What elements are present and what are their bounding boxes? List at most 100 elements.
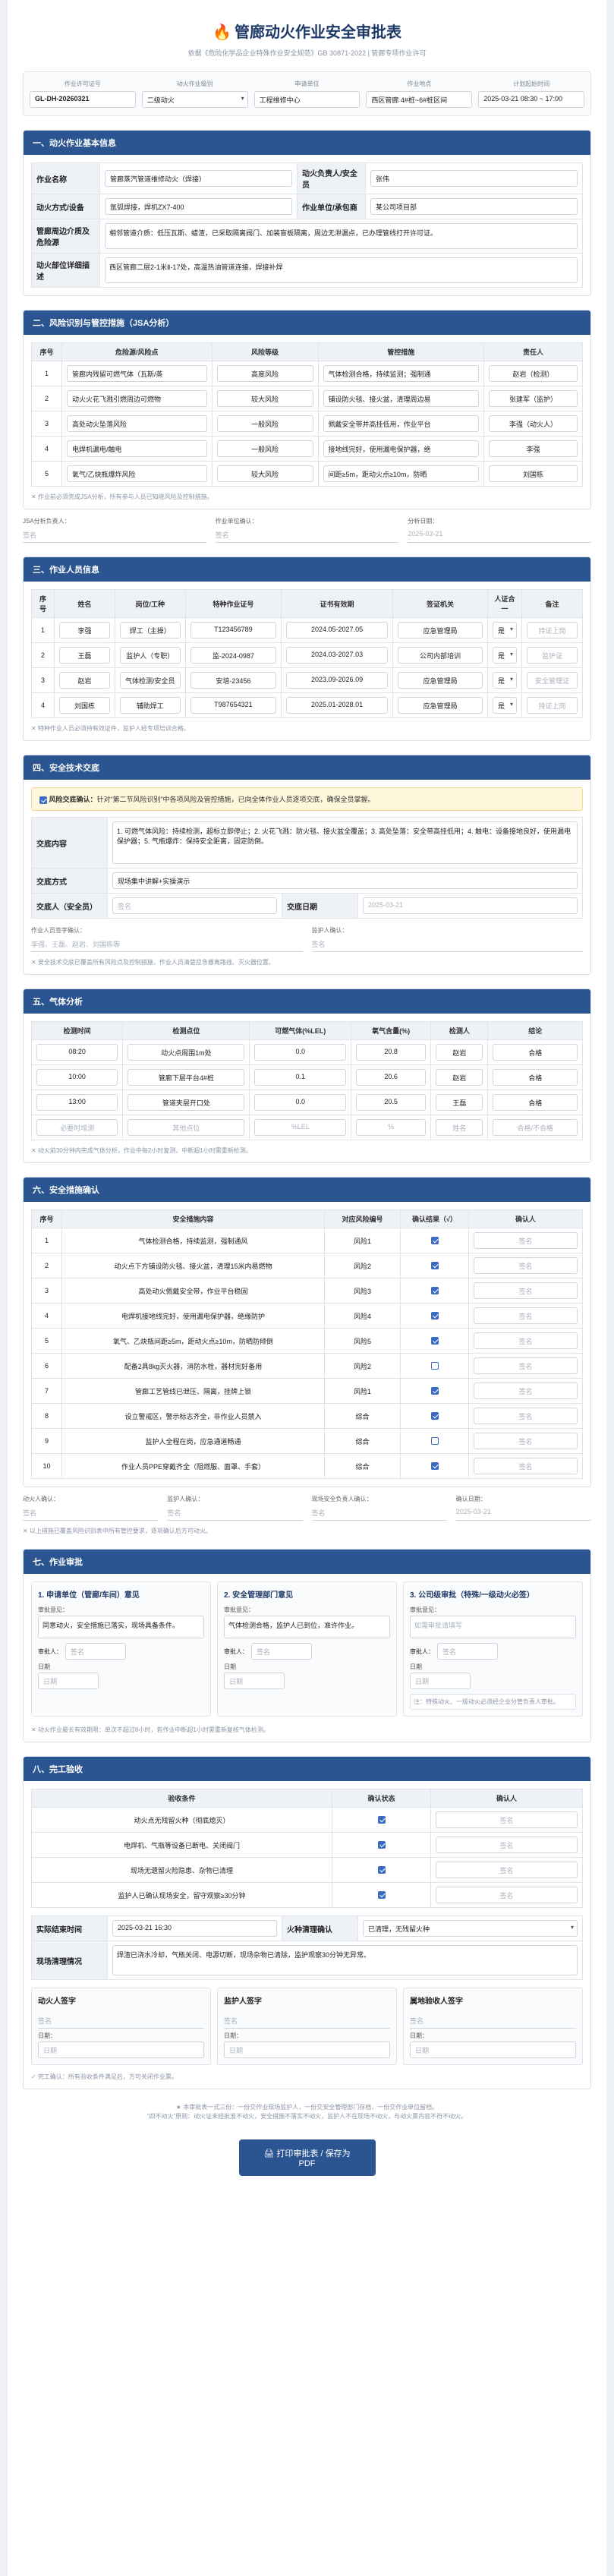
applicant-label: 申请单位	[294, 80, 320, 87]
approval-block-unit: 1. 申请单位（管廊/车间）意见 审批意见： 同意动火，安全措施已落实，现场具备…	[31, 1581, 211, 1717]
table-row: 1 李强 焊工（主操） T123456789 2024.05-2027.05 应急管理局是…	[31, 617, 583, 643]
field-label: 作业单位/承包商	[297, 194, 366, 219]
measure-checkbox[interactable]	[430, 1462, 439, 1471]
applicant-input[interactable]: 工程维修中心	[253, 91, 361, 108]
table-row: 7 管廊工艺管线已泄压、隔离，挂牌上锁 风险1 签名	[31, 1378, 583, 1404]
measure-checkbox[interactable]	[430, 1412, 439, 1420]
table-row: 2 动火火花飞溅引燃周边可燃物 较大风险 铺设防火毯、接火盆，清理周边易 张建军（监护）	[31, 386, 583, 411]
briefing-content-textarea[interactable]: 1. 可燃气体风险：持续检测，超标立即停止；2. 火花飞溅：防火毯、接火盆全覆盖…	[112, 821, 578, 864]
briefing-method-input[interactable]: 现场集中讲解+实操演示	[112, 872, 578, 889]
measures-signatures: 动火人确认： 签名 监护人确认： 签名 现场安全负责人确认： 签名 确认日期： 2025…	[23, 1495, 591, 1521]
safety-opinion-textarea[interactable]: 气体检测合格，监护人已到位，准许作业。	[224, 1616, 390, 1638]
site-leader-sign[interactable]: 签名	[311, 1506, 447, 1521]
guard-final-date[interactable]: 日期	[224, 2042, 390, 2058]
fire-worker-final-date[interactable]: 日期	[38, 2042, 204, 2058]
jsa-leader-sign[interactable]: 签名	[23, 528, 206, 543]
section-title: 三、作业人员信息	[24, 557, 590, 582]
section-completion: 八、完工验收 验收条件 确认状态 确认人 动火点无残留火种（彻底熄灭） 签名 电焊机…	[23, 1756, 591, 2089]
table-row: 2 王磊 监护人（专职） 监-2024-0987 2024.03-2027.03 公司内部…	[31, 642, 583, 668]
fire-leader-input[interactable]: 张伟	[370, 170, 578, 187]
completion-checkbox[interactable]	[377, 1816, 386, 1824]
permit-no-input[interactable]: GL-DH-20260321	[30, 91, 136, 108]
jsa-table: 序号 危险源/风险点 风险等级 管控措施 责任人 1 管廊内残留可燃气体（瓦斯/蒸…	[31, 342, 583, 487]
end-time-input[interactable]: 2025-03-21 16:30	[112, 1920, 277, 1937]
table-row: 必要时增测 其他点位 %LEL% 姓名 合格/不合格	[30, 1115, 583, 1140]
analysis-date[interactable]: 2025-03-21	[408, 528, 592, 543]
unit-approver-input[interactable]: 签名	[65, 1643, 126, 1660]
fire-level-select[interactable]: 二级动火	[141, 91, 248, 108]
measure-checkbox[interactable]	[430, 1287, 439, 1295]
table-row: 3 高处动火坠落风险 一般风险 佩戴安全带并高挂低用，作业平台 李强（动火人）	[31, 411, 583, 437]
table-row: 4 电焊机漏电/触电 一般风险 接地线完好，使用漏电保护器，绝 李强	[31, 436, 583, 462]
workers-sign[interactable]: 李强、王磊、赵岩、刘国栋等	[31, 937, 303, 952]
guard-sign[interactable]: 签名	[311, 937, 583, 952]
table-row: 6 配备2具8kg灭火器，消防水栓，器材完好备用 风险2 签名	[31, 1353, 583, 1379]
unit-opinion-textarea[interactable]: 同意动火，安全措施已落实，现场具备条件。	[38, 1616, 204, 1638]
cleanup-textarea[interactable]: 焊渣已浇水冷却，气瓶关闭、电源切断，现场杂物已清除，监护观察30分钟无异常。	[112, 1945, 578, 1975]
hazard-textarea[interactable]: 相邻管道介质：低压瓦斯、蜡渣，已采取隔离阀门、加装盲板隔离，周边无泄漏点，已办理…	[105, 223, 578, 249]
measure-checkbox[interactable]	[430, 1262, 439, 1270]
completion-signatures: 动火人签字 签名 日期： 日期 监护人签字 签名 日期： 日期 属地验收人签字 …	[31, 1988, 583, 2065]
completion-confirmer-input[interactable]: 签名	[436, 1887, 578, 1903]
measure-confirmer-input[interactable]: 签名	[474, 1357, 578, 1374]
fire-clear-select[interactable]: 已清理，无残留火种	[363, 1920, 578, 1937]
briefing-signatures: 作业人员签字确认： 李强、王磊、赵岩、刘国栋等 监护人确认： 签名	[31, 926, 583, 952]
company-date-input[interactable]: 日期	[410, 1673, 471, 1689]
measure-confirmer-input[interactable]: 签名	[474, 1282, 578, 1299]
measure-checkbox[interactable]	[430, 1337, 439, 1345]
guard-confirm-sign[interactable]: 签名	[167, 1506, 303, 1521]
safety-approver-input[interactable]: 签名	[251, 1643, 312, 1660]
measure-checkbox[interactable]	[430, 1362, 439, 1370]
owner-final-date[interactable]: 日期	[410, 2042, 576, 2058]
measure-checkbox[interactable]	[430, 1437, 439, 1446]
safety-date-input[interactable]: 日期	[224, 1673, 285, 1689]
owner-final-sign[interactable]: 签名	[410, 2013, 576, 2029]
confirm-date[interactable]: 2025-03-21	[455, 1506, 591, 1521]
briefing-confirm-checkbox[interactable]	[39, 796, 47, 804]
section-personnel: 三、作业人员信息 序号 姓名 岗位/工种 特种作业证号 证书有效期 签证机关 人…	[23, 557, 591, 741]
completion-checkbox[interactable]	[377, 1866, 386, 1874]
section-note: ✕ 特种作业人员必须持有效证件，监护人经专项培训合格。	[31, 725, 190, 732]
fire-method-input[interactable]: 氩弧焊接，焊机ZX7-400	[105, 198, 292, 215]
measure-confirmer-input[interactable]: 签名	[474, 1232, 578, 1249]
job-name-input[interactable]: 管廊蒸汽管道维修动火（焊接）	[105, 170, 292, 187]
measure-confirmer-input[interactable]: 签名	[474, 1458, 578, 1474]
footer-notes: ★ 本审批表一式三份：一份交作业现场监护人，一份交安全管理部门存档，一份交作业单…	[146, 2104, 468, 2120]
unit-confirm-sign[interactable]: 签名	[215, 528, 399, 543]
measure-checkbox[interactable]	[430, 1237, 439, 1245]
completion-checkbox[interactable]	[377, 1841, 386, 1849]
contractor-input[interactable]: 某公司项目部	[370, 198, 578, 215]
location-input[interactable]: 西区管廊 4#桩~6#桩区间	[366, 91, 473, 108]
measure-confirmer-input[interactable]: 签名	[474, 1433, 578, 1449]
field-label: 动火负责人/安全员	[297, 162, 366, 194]
measure-confirmer-input[interactable]: 签名	[474, 1408, 578, 1424]
section-note: ✕ 作业前必须完成JSA分析，所有参与人员已知晓风险及控制措施。	[31, 493, 213, 500]
measure-confirmer-input[interactable]: 签名	[474, 1257, 578, 1274]
measure-confirmer-input[interactable]: 签名	[474, 1307, 578, 1324]
briefing-date-input[interactable]: 2025-03-21	[363, 897, 578, 914]
section-note: ✕ 以上措施已覆盖风险识别表中所有管控要求，逐项确认后方可动火。	[23, 1528, 212, 1534]
completion-checkbox[interactable]	[377, 1891, 386, 1900]
section-title: 七、作业审批	[24, 1550, 590, 1574]
fire-worker-sign[interactable]: 签名	[23, 1506, 159, 1521]
measure-checkbox[interactable]	[430, 1312, 439, 1320]
page-title: 🔥 管廊动火作业安全审批表	[213, 24, 401, 41]
fire-spot-textarea[interactable]: 西区管廊二层2-1米Ⅱ-17处，高温热油管道连接，焊接补焊	[105, 257, 578, 283]
table-row: 1 气体检测合格，持续监测，强制通风 风险1 签名	[31, 1228, 583, 1253]
briefing-person-input[interactable]: 签名	[112, 897, 277, 914]
print-button[interactable]: 🖨 打印审批表 / 保存为PDF	[238, 2139, 376, 2176]
completion-confirmer-input[interactable]: 签名	[436, 1811, 578, 1828]
completion-confirmer-input[interactable]: 签名	[436, 1862, 578, 1878]
company-approver-input[interactable]: 签名	[437, 1643, 498, 1660]
fire-worker-final-sign[interactable]: 签名	[38, 2013, 204, 2029]
start-time-input[interactable]: 2025-03-21 08:30 ~ 17:00	[478, 91, 584, 108]
measure-checkbox[interactable]	[430, 1387, 439, 1395]
measure-confirmer-input[interactable]: 签名	[474, 1332, 578, 1349]
company-opinion-textarea[interactable]: 如需审批请填写	[410, 1616, 576, 1638]
measure-confirmer-input[interactable]: 签名	[474, 1383, 578, 1399]
unit-date-input[interactable]: 日期	[38, 1673, 99, 1689]
completion-confirmer-input[interactable]: 签名	[436, 1837, 578, 1853]
guard-final-sign[interactable]: 签名	[224, 2013, 390, 2029]
field-label: 动火方式/设备	[31, 194, 100, 219]
table-row: 4刘国栋辅助焊工T9876543212025.01-2028.01应急管理局是持…	[31, 692, 583, 718]
